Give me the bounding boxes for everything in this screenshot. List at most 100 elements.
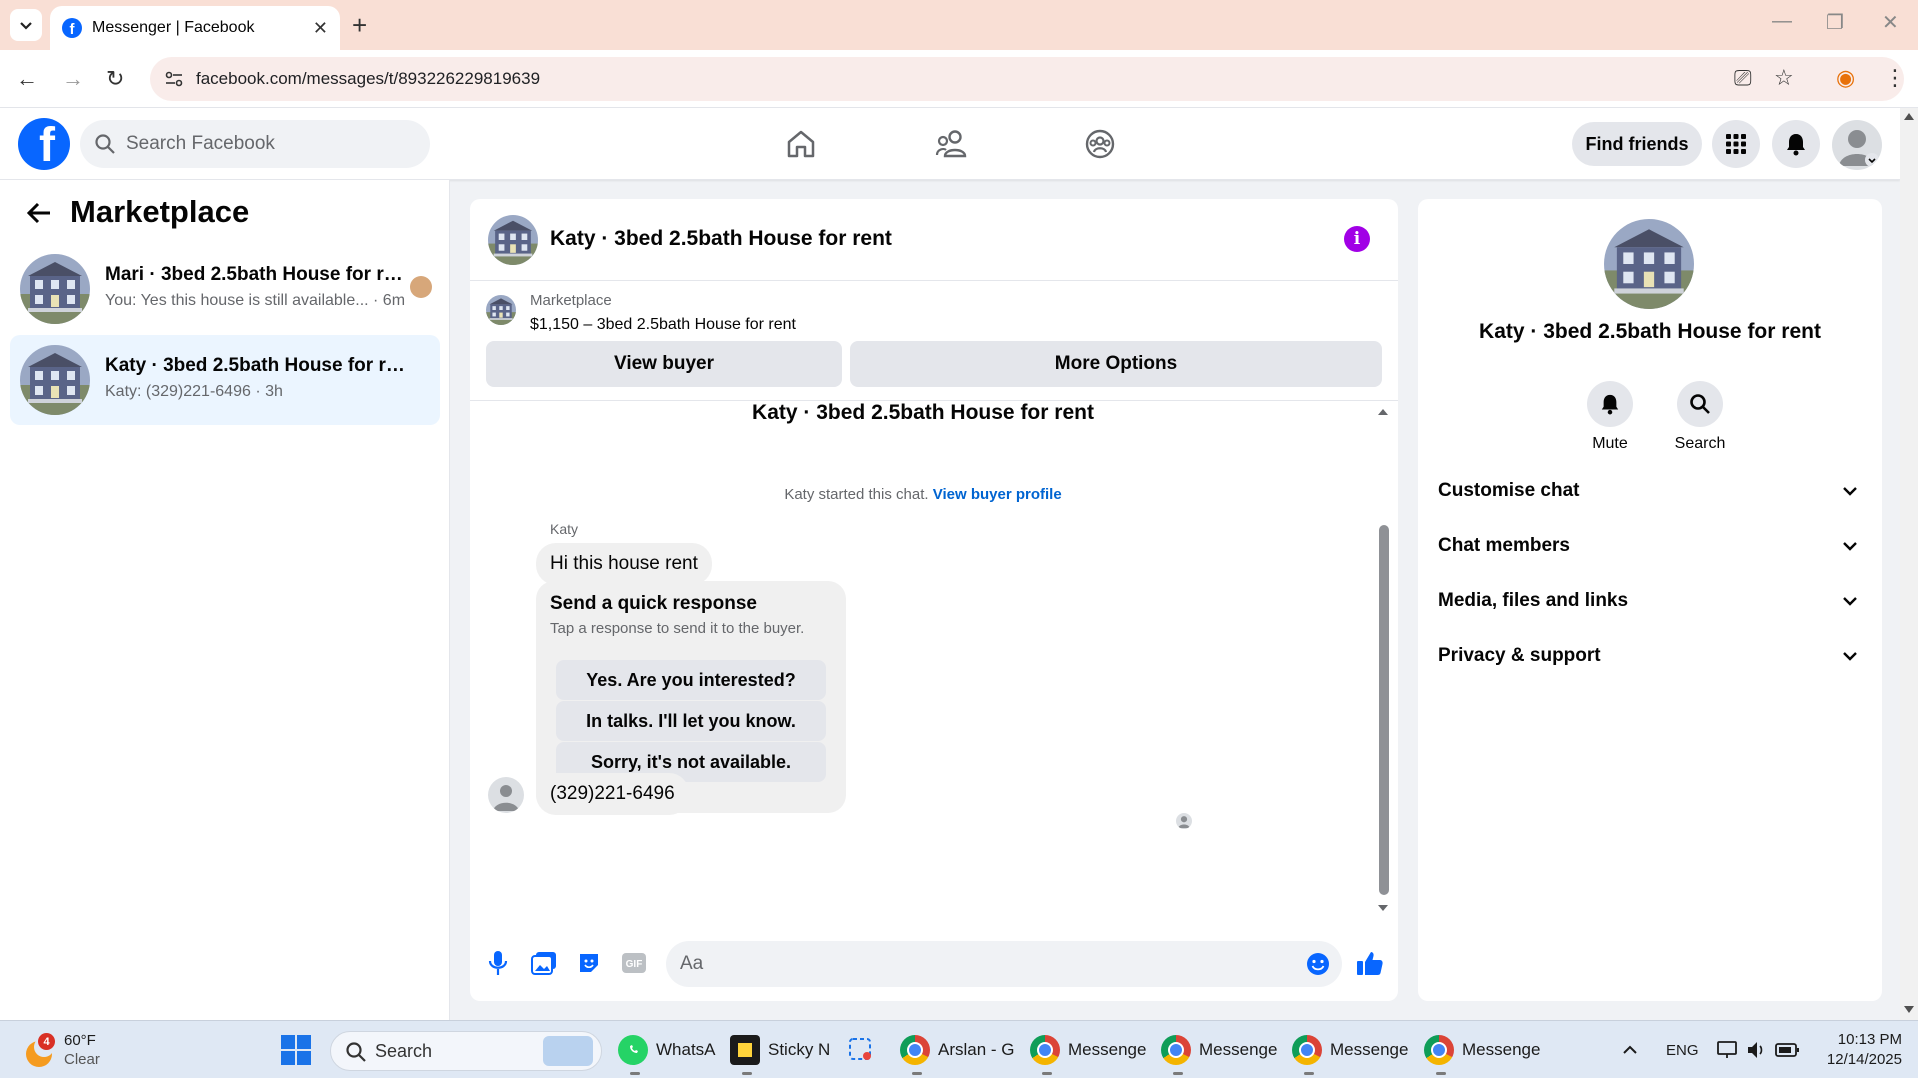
back-icon[interactable]: ← [16,66,38,92]
view-buyer-button[interactable]: View buyer [486,341,842,387]
thumbs-up-icon[interactable] [1356,949,1384,977]
listing-banner: Marketplace $1,150 – 3bed 2.5bath House … [470,281,1398,401]
search-highlight-icon [543,1036,593,1066]
account-avatar[interactable] [1832,120,1882,170]
taskbar-app-chrome-messenger[interactable]: Messenge [1030,1021,1146,1078]
conversation-info-panel: Katy · 3bed 2.5bath House for rent Mute … [1418,199,1882,1001]
chevron-down-icon [20,22,32,30]
menu-grid-icon[interactable] [1712,120,1760,168]
show-hidden-icons-chevron[interactable] [1622,1021,1638,1078]
gif-icon[interactable]: GIF [620,949,648,977]
svg-text:GIF: GIF [626,959,643,970]
profile-icon[interactable]: ◉ [1836,65,1855,91]
taskbar-app-whatsapp[interactable]: WhatsA [618,1021,716,1078]
language-indicator[interactable]: ENG [1666,1021,1699,1078]
section-label: Media, files and links [1438,590,1629,611]
info-title: Katy · 3bed 2.5bath House for rent [1479,320,1821,343]
install-app-icon[interactable]: ⎚ [1734,65,1752,91]
chrome-icon [1030,1035,1060,1065]
browser-menu-icon[interactable]: ⋮ [1884,65,1906,91]
home-icon[interactable] [781,124,821,164]
emoji-icon[interactable] [1306,952,1330,976]
facebook-header: f Search Facebook Find friends [0,108,1900,180]
message-bubble[interactable]: Hi this house rent [536,543,712,585]
mute-bell-icon[interactable] [1587,381,1633,427]
mute-action[interactable]: Mute [1570,381,1650,453]
system-clock[interactable]: 10:13 PM 12/14/2025 [1816,1030,1902,1070]
customise-chat-section[interactable]: Customise chat [1438,469,1862,513]
sender-avatar[interactable] [488,777,524,813]
whatsapp-icon [618,1035,648,1065]
friends-icon[interactable] [932,124,972,164]
search-action[interactable]: Search [1660,381,1740,453]
privacy-support-section[interactable]: Privacy & support [1438,634,1862,678]
url-field[interactable]: facebook.com/messages/t/893226229819639 [150,57,1904,101]
message-input[interactable]: Aa [666,941,1342,987]
browser-tab[interactable]: f Messenger | Facebook ✕ [50,6,340,50]
more-options-button[interactable]: More Options [850,341,1382,387]
section-label: Customise chat [1438,480,1580,501]
system-tray-icons[interactable] [1716,1021,1806,1078]
quick-response-option[interactable]: In talks. I'll let you know. [556,701,826,741]
url-text: facebook.com/messages/t/893226229819639 [196,69,541,88]
info-thumbnail [1604,219,1694,309]
message-bubble[interactable]: (329)221-6496 [536,773,689,815]
thread-scrollbar[interactable] [1376,405,1390,917]
reload-icon[interactable]: ↻ [106,66,124,92]
voice-clip-icon[interactable] [484,949,512,977]
tab-search-dropdown[interactable] [10,9,42,41]
taskbar-app-sticky-notes[interactable]: Sticky N [730,1021,830,1078]
photo-attach-icon[interactable] [530,949,558,977]
listing-price-title[interactable]: $1,150 – 3bed 2.5bath House for rent [530,316,796,334]
chat-title[interactable]: Katy · 3bed 2.5bath House for rent [550,227,892,251]
chat-thumbnail[interactable] [488,215,538,265]
taskbar-app-snipping-tool[interactable] [846,1021,884,1078]
find-friends-button[interactable]: Find friends [1572,122,1702,166]
taskbar-search-box[interactable]: Search [330,1031,602,1071]
search-facebook-input[interactable]: Search Facebook [80,120,430,168]
restore-icon[interactable]: ❐ [1826,10,1844,35]
window-close-icon[interactable]: ✕ [1882,10,1899,35]
minimize-icon[interactable]: — [1772,10,1792,33]
taskbar-app-chrome-messenger[interactable]: Messenge [1424,1021,1540,1078]
groups-icon[interactable] [1080,124,1120,164]
chat-members-section[interactable]: Chat members [1438,524,1862,568]
conversation-item[interactable]: Katy · 3bed 2.5bath House for rent Katy:… [10,335,440,425]
taskbar-app-chrome-messenger[interactable]: Messenge [1292,1021,1408,1078]
taskbar-app-chrome-arslan[interactable]: Arslan - G [900,1021,1015,1078]
facebook-logo-icon[interactable]: f [18,118,70,170]
new-tab-button[interactable]: + [352,10,367,40]
site-settings-icon[interactable] [164,69,184,89]
page-scrollbar[interactable] [1900,108,1918,1020]
sticky-notes-icon [730,1035,760,1065]
view-buyer-profile-link[interactable]: View buyer profile [933,486,1062,503]
browser-tab-bar: f Messenger | Facebook ✕ + — ❐ ✕ [0,0,1918,50]
search-icon [95,134,115,154]
conversation-snippet: Katy: (329)221-6496 · 3h [105,383,283,400]
forward-icon[interactable]: → [62,66,84,92]
mute-label: Mute [1592,435,1628,452]
quick-response-title: Send a quick response [550,593,757,614]
listing-label: Marketplace [530,292,612,309]
notifications-bell-icon[interactable] [1772,120,1820,168]
search-icon[interactable] [1677,381,1723,427]
conversation-item[interactable]: Mari · 3bed 2.5bath House for rent You: … [10,244,440,334]
close-tab-icon[interactable]: ✕ [313,18,328,39]
clock-date: 12/14/2025 [1826,1051,1902,1068]
quick-response-option[interactable]: Yes. Are you interested? [556,660,826,700]
back-arrow-icon[interactable] [26,200,52,231]
media-files-links-section[interactable]: Media, files and links [1438,579,1862,623]
taskbar-app-label: Messenge [1330,1040,1409,1059]
chat-started-note: Katy started this chat. View buyer profi… [470,486,1376,503]
weather-widget[interactable]: 4 60°F Clear [22,1021,100,1078]
scrollbar-thumb[interactable] [1379,525,1389,895]
sidebar-title: Marketplace [70,194,250,229]
bookmark-star-icon[interactable]: ☆ [1774,65,1794,91]
taskbar-app-label: Messenge [1199,1040,1278,1059]
weather-temp: 60°F [64,1032,96,1049]
sticker-icon[interactable] [575,949,603,977]
taskbar-app-chrome-messenger[interactable]: Messenge [1161,1021,1277,1078]
start-button[interactable] [280,1021,312,1078]
taskbar-app-label: Sticky N [768,1040,831,1059]
info-icon[interactable]: i [1344,226,1370,252]
